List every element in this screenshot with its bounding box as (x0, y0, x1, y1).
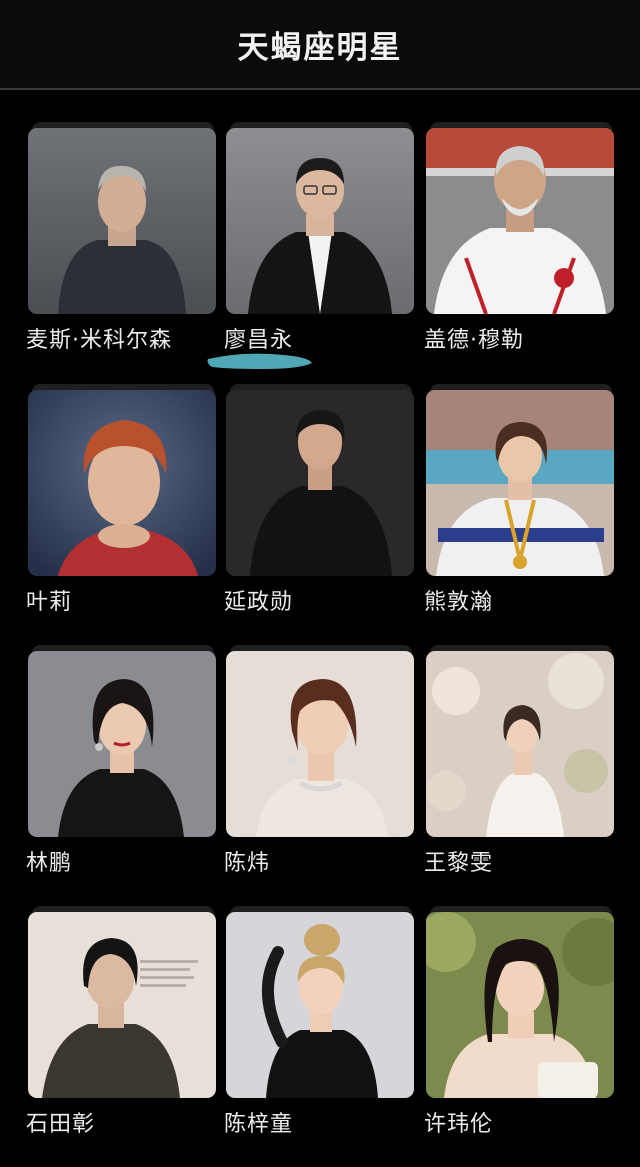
celebrity-photo[interactable] (28, 128, 216, 314)
celebrity-card-1[interactable]: 麦斯·米科尔森 (26, 122, 218, 353)
celebrity-card-6[interactable]: 熊敦瀚 (424, 384, 616, 615)
celebrity-name: 延政勋 (224, 590, 294, 615)
celebrity-card-8[interactable]: 陈炜 (224, 645, 416, 876)
celebrity-card-5[interactable]: 延政勋 (224, 384, 416, 615)
celebrity-name: 王黎雯 (424, 851, 494, 876)
celebrity-name: 陈梓童 (224, 1112, 294, 1137)
celebrity-photo[interactable] (426, 912, 614, 1098)
celebrity-name: 石田彰 (26, 1112, 96, 1137)
celebrity-name: 陈炜 (224, 851, 271, 876)
celebrity-card-12[interactable]: 许玮伦 (424, 906, 616, 1137)
highlight-smudge (207, 353, 312, 369)
celebrity-card-7[interactable]: 林鹏 (26, 645, 218, 876)
celebrity-photo[interactable] (426, 390, 614, 576)
page-title: 天蝎座明星 (237, 29, 403, 66)
celebrity-card-2[interactable]: 廖昌永 (224, 122, 416, 353)
celebrity-name: 盖德·穆勒 (424, 328, 524, 353)
celebrity-name: 麦斯·米科尔森 (26, 328, 172, 353)
celebrity-card-4[interactable]: 叶莉 (26, 384, 218, 615)
celebrity-photo[interactable] (226, 912, 414, 1098)
celebrity-photo[interactable] (226, 390, 414, 576)
celebrity-card-3[interactable]: 盖德·穆勒 (424, 122, 616, 353)
celebrity-photo[interactable] (28, 390, 216, 576)
celebrity-name: 林鹏 (26, 851, 73, 876)
celebrity-photo[interactable] (426, 128, 614, 314)
celebrity-name: 熊敦瀚 (424, 590, 494, 615)
celebrity-name: 叶莉 (26, 590, 73, 615)
header-divider (0, 88, 640, 90)
celebrity-card-11[interactable]: 陈梓童 (224, 906, 416, 1137)
celebrity-photo[interactable] (28, 912, 216, 1098)
celebrity-name: 许玮伦 (424, 1112, 494, 1137)
top-bar: 天蝎座明星 (0, 0, 640, 88)
celebrity-photo[interactable] (226, 128, 414, 314)
celebrity-card-9[interactable]: 王黎雯 (424, 645, 616, 876)
celebrity-photo[interactable] (426, 651, 614, 837)
celebrity-photo[interactable] (226, 651, 414, 837)
celebrity-card-10[interactable]: 石田彰 (26, 906, 218, 1137)
celebrity-photo[interactable] (28, 651, 216, 837)
